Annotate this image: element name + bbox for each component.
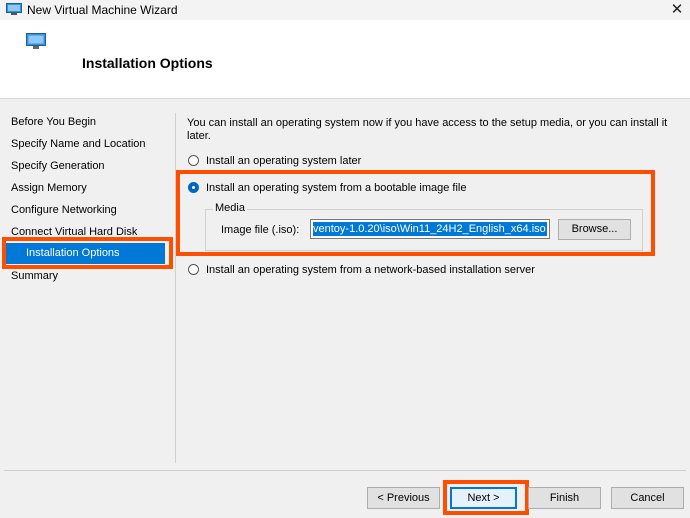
install-later-label[interactable]: Install an operating system later [206, 155, 361, 167]
nav-item-specify-generation[interactable]: Specify Generation [11, 160, 105, 172]
previous-button[interactable]: < Previous [367, 487, 440, 509]
close-icon[interactable]: ✕ [668, 1, 686, 19]
nav-item-specify-name-and-location[interactable]: Specify Name and Location [11, 138, 146, 150]
nav-item-assign-memory[interactable]: Assign Memory [11, 182, 87, 194]
nav-item-summary[interactable]: Summary [11, 270, 58, 282]
nav-item-before-you-begin[interactable]: Before You Begin [11, 116, 96, 128]
image-file-value: ventoy-1.0.20\iso\Win11_24H2_English_x64… [313, 222, 547, 236]
virtual-machine-icon [26, 33, 46, 49]
image-file-input[interactable]: ventoy-1.0.20\iso\Win11_24H2_English_x64… [310, 219, 550, 239]
highlight-box-nav [2, 237, 173, 269]
window-title: New Virtual Machine Wizard [27, 3, 178, 17]
install-from-network-label[interactable]: Install an operating system from a netwo… [206, 264, 535, 276]
browse-button[interactable]: Browse... [558, 219, 631, 240]
nav-item-configure-networking[interactable]: Configure Networking [11, 204, 117, 216]
install-later-radio[interactable] [188, 155, 199, 166]
intro-text: You can install an operating system now … [187, 117, 668, 142]
cancel-button[interactable]: Cancel [611, 487, 684, 509]
footer-divider [4, 470, 686, 471]
nav-divider [175, 113, 176, 463]
media-group-label: Media [213, 202, 247, 214]
highlight-box-next [443, 480, 529, 515]
install-from-network-radio[interactable] [188, 264, 199, 275]
image-file-label: Image file (.iso): [221, 224, 300, 236]
page-title: Installation Options [82, 55, 213, 71]
finish-button[interactable]: Finish [528, 487, 601, 509]
hyperv-vm-icon [6, 3, 22, 15]
install-from-image-label[interactable]: Install an operating system from a boota… [206, 182, 466, 194]
install-from-image-radio[interactable] [188, 182, 199, 193]
